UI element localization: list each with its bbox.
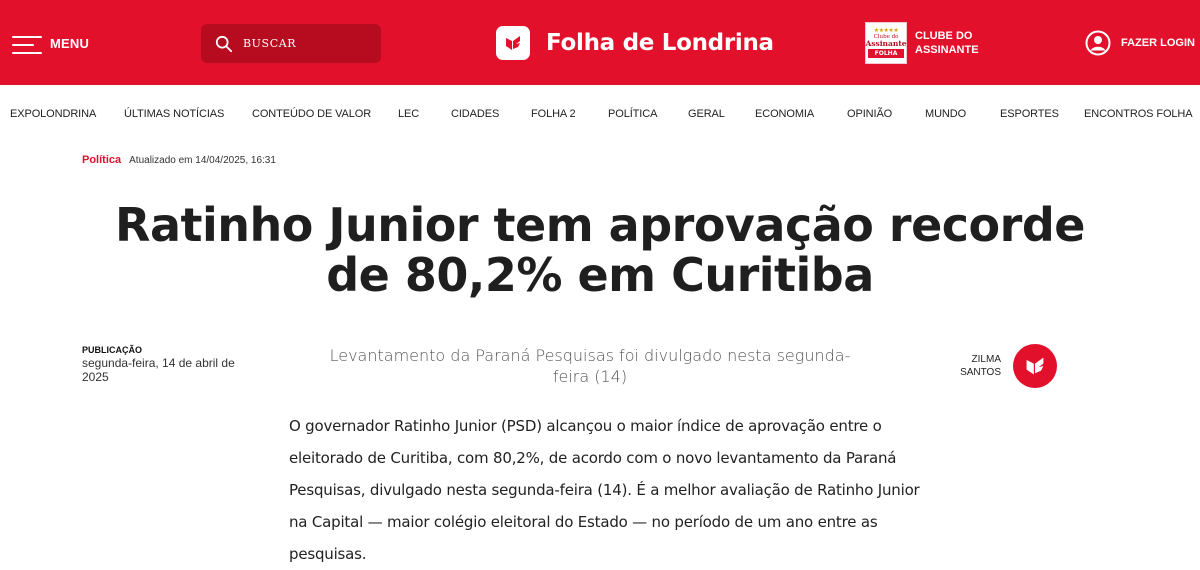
nav-item-mundo[interactable]: MUNDO <box>925 108 966 120</box>
nav-item-geral[interactable]: GERAL <box>688 108 725 120</box>
headline-line-2: de 80,2% em Curitiba <box>326 248 874 302</box>
brand-home-link[interactable]: Folha de Londrina <box>496 24 774 61</box>
nav-item-expolondrina[interactable]: EXPOLONDRINA <box>10 108 96 120</box>
clube-assinante-badge: ★★★★★ Clube do Assinante FOLHA <box>865 22 907 64</box>
menu-label: MENU <box>50 35 90 51</box>
article-meta: Política Atualizado em 14/04/2025, 16:31 <box>82 154 276 166</box>
category-link[interactable]: Política <box>82 154 121 166</box>
nav-item-politica[interactable]: POLÍTICA <box>608 108 657 120</box>
author-name: ZILMA SANTOS <box>960 354 1001 378</box>
top-header: MENU Folha de Londrina ★★★★★ Clube do As… <box>0 0 1200 85</box>
clube-assinante-link[interactable]: ★★★★★ Clube do Assinante FOLHA CLUBE DO … <box>865 22 985 64</box>
login-label: FAZER LOGIN <box>1121 37 1195 49</box>
nav-item-esportes[interactable]: ESPORTES <box>1000 108 1059 120</box>
search-icon <box>215 35 233 52</box>
nav-item-opiniao[interactable]: OPINIÃO <box>847 108 892 120</box>
article-subtitle: Levantamento da Paraná Pesquisas foi div… <box>329 346 851 386</box>
section-nav: EXPOLONDRINA ÚLTIMAS NOTÍCIAS CONTEÚDO D… <box>0 104 1200 128</box>
publication-info: PUBLICAÇÃO segunda-feira, 14 de abril de… <box>82 345 252 384</box>
menu-button[interactable]: MENU <box>12 30 89 56</box>
article-body-paragraph: O governador Ratinho Junior (PSD) alcanç… <box>289 417 920 563</box>
author-avatar <box>1013 344 1057 388</box>
nav-item-economia[interactable]: ECONOMIA <box>755 108 814 120</box>
nav-item-folha-2[interactable]: FOLHA 2 <box>531 108 576 120</box>
author-byline[interactable]: ZILMA SANTOS <box>955 344 1057 388</box>
nav-item-conteudo-de-valor[interactable]: CONTEÚDO DE VALOR <box>252 108 371 120</box>
publication-label: PUBLICAÇÃO <box>82 345 142 355</box>
nav-item-ultimas-noticias[interactable]: ÚLTIMAS NOTÍCIAS <box>124 108 224 120</box>
search-input[interactable] <box>243 37 363 50</box>
folha-logo-icon <box>1026 357 1044 375</box>
folha-logo-icon <box>496 25 530 60</box>
article-headline: Ratinho Junior tem aprovação recorde de … <box>60 200 1140 300</box>
nav-item-lec[interactable]: LEC <box>398 108 419 120</box>
hamburger-icon <box>12 32 42 54</box>
clube-assinante-label: CLUBE DO ASSINANTE <box>915 30 979 56</box>
user-icon <box>1085 30 1111 56</box>
login-button[interactable]: FAZER LOGIN <box>1085 30 1195 56</box>
updated-timestamp: Atualizado em 14/04/2025, 16:31 <box>129 155 276 166</box>
nav-item-cidades[interactable]: CIDADES <box>451 108 499 120</box>
headline-line-1: Ratinho Junior tem aprovação recorde <box>115 198 1085 252</box>
brand-name: Folha de Londrina <box>546 29 774 56</box>
search-box[interactable] <box>201 24 381 63</box>
publication-date: segunda-feira, 14 de abril de 2025 <box>82 356 235 384</box>
nav-item-encontros-folha[interactable]: ENCONTROS FOLHA <box>1084 108 1193 120</box>
